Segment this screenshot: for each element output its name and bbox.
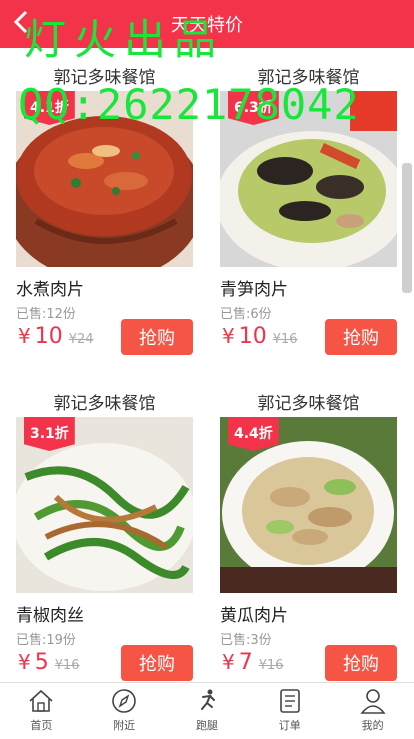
- currency-symbol: ¥: [18, 324, 31, 348]
- sold-count: 已售:19份: [16, 633, 76, 648]
- tab-me[interactable]: 我的: [331, 683, 414, 739]
- tab-label: 我的: [361, 719, 384, 732]
- currency-symbol: ¥: [18, 650, 31, 674]
- tab-nearby[interactable]: 附近: [83, 683, 166, 739]
- price: ¥7 ¥16: [222, 650, 284, 675]
- original-price: ¥24: [68, 332, 94, 347]
- home-icon: [29, 689, 53, 712]
- watermark-text: 灯火出品: [24, 15, 225, 64]
- tab-label: 跑腿: [195, 719, 218, 732]
- original-price: ¥16: [54, 658, 80, 673]
- scrollbar[interactable]: [402, 163, 412, 293]
- bottom-tab-bar: 首页 附近 跑腿 订单 我的: [0, 682, 414, 739]
- product-image[interactable]: 4.4折: [220, 417, 397, 593]
- tab-home[interactable]: 首页: [0, 683, 83, 739]
- sold-count: 已售:6份: [220, 307, 272, 322]
- buy-button[interactable]: 抢购: [121, 645, 193, 681]
- product-name[interactable]: 黄瓜肉片: [220, 601, 288, 626]
- discount-badge: 3.1折: [24, 417, 75, 451]
- product-name[interactable]: 水煮肉片: [16, 275, 84, 300]
- product-name[interactable]: 青椒肉丝: [16, 601, 84, 626]
- price-value: 10: [238, 324, 267, 349]
- shop-name[interactable]: 郭记多味餐馆: [220, 389, 397, 414]
- tab-orders[interactable]: 订单: [248, 683, 331, 739]
- compass-icon: [112, 689, 136, 713]
- buy-button[interactable]: 抢购: [325, 645, 397, 681]
- product-name[interactable]: 青笋肉片: [220, 275, 288, 300]
- original-price: ¥16: [272, 332, 298, 347]
- price-value: 7: [238, 650, 253, 675]
- user-icon: [359, 689, 386, 714]
- price: ¥5 ¥16: [18, 650, 80, 675]
- price-value: 5: [34, 650, 49, 675]
- watermark-qq: QQ:2622178042: [18, 80, 360, 129]
- sold-count: 已售:3份: [220, 633, 272, 648]
- product-image[interactable]: 3.1折: [16, 417, 193, 593]
- buy-button[interactable]: 抢购: [325, 319, 397, 355]
- price: ¥10 ¥16: [222, 324, 298, 349]
- tab-label: 附近: [113, 719, 136, 732]
- price-value: 10: [34, 324, 63, 349]
- currency-symbol: ¥: [222, 324, 235, 348]
- shop-name[interactable]: 郭记多味餐馆: [16, 389, 193, 414]
- currency-symbol: ¥: [222, 650, 235, 674]
- sold-count: 已售:12份: [16, 307, 76, 322]
- tab-label: 订单: [278, 719, 301, 732]
- price: ¥10 ¥24: [18, 324, 94, 349]
- order-icon: [279, 689, 300, 713]
- runner-icon: [200, 689, 215, 710]
- buy-button[interactable]: 抢购: [121, 319, 193, 355]
- discount-badge: 4.4折: [228, 417, 279, 451]
- original-price: ¥16: [258, 658, 284, 673]
- tab-errand[interactable]: 跑腿: [166, 683, 249, 739]
- tab-label: 首页: [30, 719, 53, 732]
- product-card[interactable]: 郭记多味餐馆 3.1折 青椒肉丝 已售:19份 ¥5 ¥16 抢购: [16, 389, 193, 699]
- product-card[interactable]: 郭记多味餐馆 4.4折 黄瓜肉片 已售:3份 ¥7 ¥16 抢购: [220, 389, 397, 699]
